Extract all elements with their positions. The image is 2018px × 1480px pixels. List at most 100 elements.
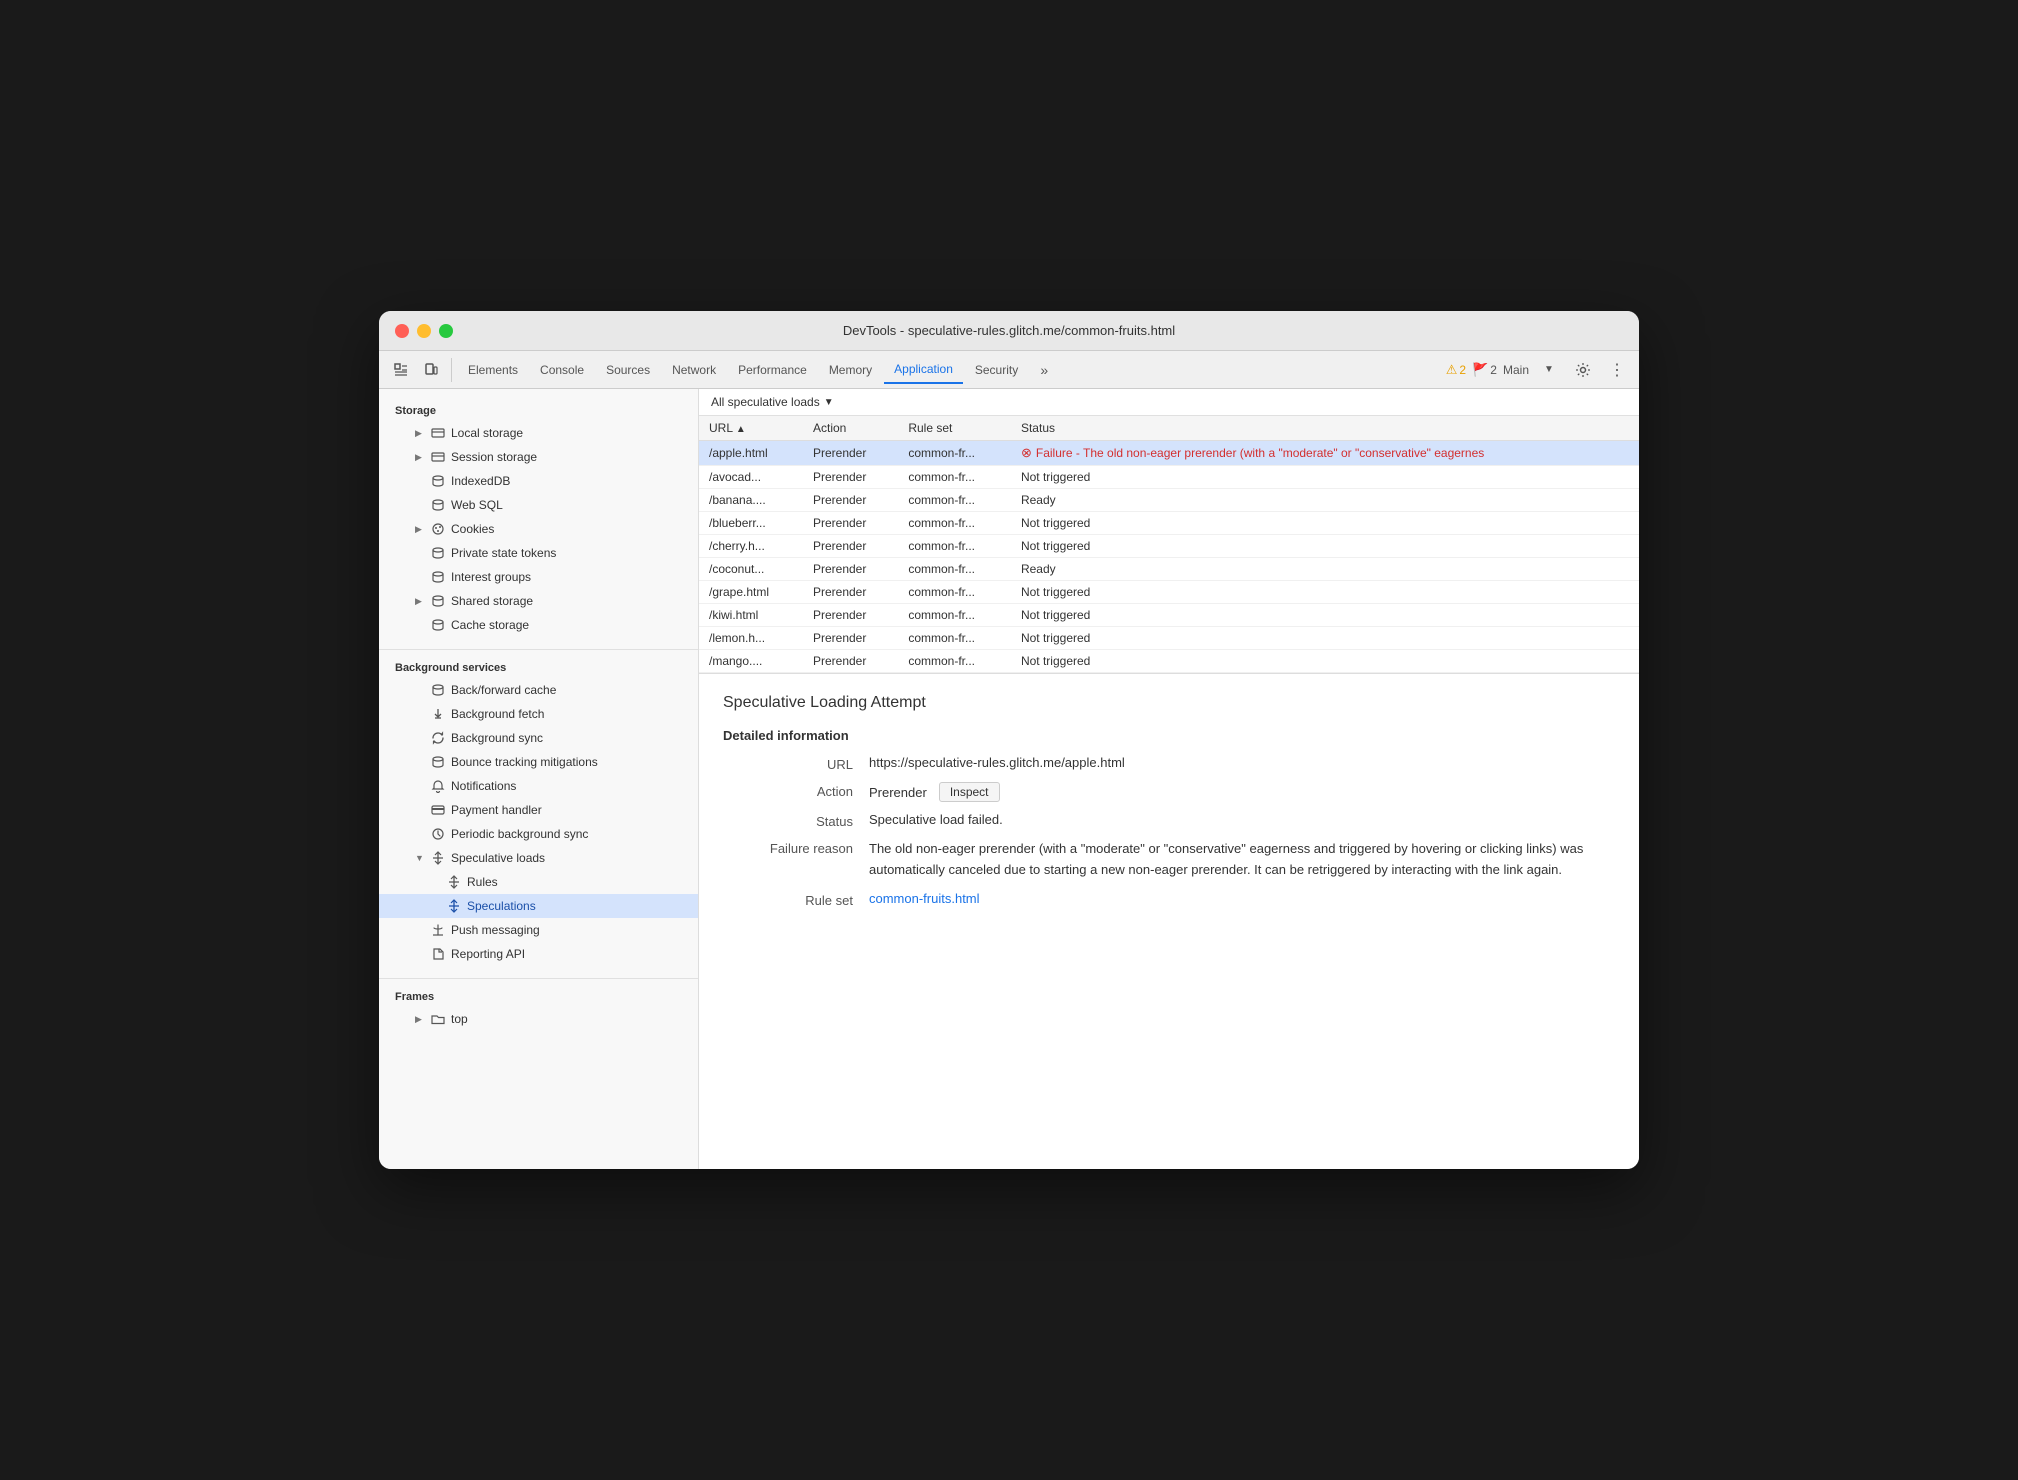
- expand-arrow-speculative-loads: ▼: [415, 853, 425, 863]
- payment-handler-icon: [431, 803, 445, 817]
- tab-application[interactable]: Application: [884, 356, 963, 384]
- filter-dropdown[interactable]: All speculative loads ▼: [711, 395, 834, 409]
- more-options-icon[interactable]: ⋮: [1603, 356, 1631, 384]
- cookies-label: Cookies: [451, 522, 494, 536]
- sidebar-item-push-messaging[interactable]: ▶ Push messaging: [379, 918, 698, 942]
- inspect-button[interactable]: Inspect: [939, 782, 1000, 802]
- tab-console[interactable]: Console: [530, 356, 594, 384]
- sidebar-item-speculative-loads[interactable]: ▼ Speculative loads: [379, 846, 698, 870]
- cell-ruleset: common-fr...: [898, 466, 1011, 489]
- table-row[interactable]: /mango....Prerendercommon-fr...Not trigg…: [699, 650, 1639, 673]
- title-bar: DevTools - speculative-rules.glitch.me/c…: [379, 311, 1639, 351]
- sidebar-item-background-fetch[interactable]: ▶ Background fetch: [379, 702, 698, 726]
- tab-performance[interactable]: Performance: [728, 356, 817, 384]
- sidebar-item-local-storage[interactable]: ▶ Local storage: [379, 421, 698, 445]
- table-row[interactable]: /coconut...Prerendercommon-fr...Ready: [699, 558, 1639, 581]
- sidebar-item-background-sync[interactable]: ▶ Background sync: [379, 726, 698, 750]
- col-ruleset[interactable]: Rule set: [898, 416, 1011, 441]
- sidebar-item-speculations[interactable]: ▶ Speculations: [379, 894, 698, 918]
- tab-memory[interactable]: Memory: [819, 356, 882, 384]
- detail-grid: URL https://speculative-rules.glitch.me/…: [723, 755, 1615, 908]
- col-action[interactable]: Action: [803, 416, 898, 441]
- action-label: Action: [723, 782, 853, 802]
- sidebar-item-top[interactable]: ▶ top: [379, 1007, 698, 1031]
- table-row[interactable]: /kiwi.htmlPrerendercommon-fr...Not trigg…: [699, 604, 1639, 627]
- sidebar-item-bounce-tracking[interactable]: ▶ Bounce tracking mitigations: [379, 750, 698, 774]
- filter-label: All speculative loads: [711, 395, 820, 409]
- sidebar-item-shared-storage[interactable]: ▶ Shared storage: [379, 589, 698, 613]
- failure-reason-label: Failure reason: [723, 839, 853, 881]
- traffic-lights: [395, 324, 453, 338]
- expand-arrow-cookies: ▶: [415, 524, 425, 535]
- warnings-badge[interactable]: ⚠ 2: [1446, 362, 1466, 378]
- sidebar-divider-2: [379, 978, 698, 979]
- cell-ruleset: common-fr...: [898, 489, 1011, 512]
- cell-action: Prerender: [803, 604, 898, 627]
- reporting-api-icon: [431, 947, 445, 961]
- cell-action: Prerender: [803, 441, 898, 466]
- table-row[interactable]: /banana....Prerendercommon-fr...Ready: [699, 489, 1639, 512]
- cell-status: Ready: [1011, 489, 1639, 512]
- cell-status: Not triggered: [1011, 581, 1639, 604]
- table-row[interactable]: /apple.htmlPrerendercommon-fr...⊗Failure…: [699, 441, 1639, 466]
- cell-url: /kiwi.html: [699, 604, 803, 627]
- sidebar-item-web-sql[interactable]: ▶ Web SQL: [379, 493, 698, 517]
- sidebar-item-notifications[interactable]: ▶ Notifications: [379, 774, 698, 798]
- sidebar-item-session-storage[interactable]: ▶ Session storage: [379, 445, 698, 469]
- sidebar-item-periodic-bg-sync[interactable]: ▶ Periodic background sync: [379, 822, 698, 846]
- minimize-button[interactable]: [417, 324, 431, 338]
- url-label: URL: [723, 755, 853, 772]
- cell-action: Prerender: [803, 558, 898, 581]
- cell-status: Not triggered: [1011, 512, 1639, 535]
- status-value: Speculative load failed.: [869, 812, 1615, 829]
- action-value: Prerender Inspect: [869, 782, 1615, 802]
- table-row[interactable]: /grape.htmlPrerendercommon-fr...Not trig…: [699, 581, 1639, 604]
- sidebar-item-reporting-api[interactable]: ▶ Reporting API: [379, 942, 698, 966]
- maximize-button[interactable]: [439, 324, 453, 338]
- dropdown-icon[interactable]: ▼: [1535, 356, 1563, 384]
- web-sql-label: Web SQL: [451, 498, 503, 512]
- table-row[interactable]: /blueberr...Prerendercommon-fr...Not tri…: [699, 512, 1639, 535]
- interest-groups-icon: [431, 570, 445, 584]
- col-url[interactable]: URL: [699, 416, 803, 441]
- errors-badge[interactable]: 🚩 2: [1472, 362, 1497, 378]
- settings-icon[interactable]: [1569, 356, 1597, 384]
- sidebar-item-rules[interactable]: ▶ Rules: [379, 870, 698, 894]
- bounce-tracking-icon: [431, 755, 445, 769]
- sidebar-item-cache-storage[interactable]: ▶ Cache storage: [379, 613, 698, 637]
- more-tabs-icon[interactable]: »: [1030, 356, 1058, 384]
- device-icon[interactable]: [417, 356, 445, 384]
- table-row[interactable]: /avocad...Prerendercommon-fr...Not trigg…: [699, 466, 1639, 489]
- sidebar-item-indexeddb[interactable]: ▶ IndexedDB: [379, 469, 698, 493]
- sidebar: Storage ▶ Local storage ▶ Session storag…: [379, 389, 699, 1169]
- tab-elements[interactable]: Elements: [458, 356, 528, 384]
- sidebar-item-cookies[interactable]: ▶ Cookies: [379, 517, 698, 541]
- detail-title: Speculative Loading Attempt: [723, 694, 1615, 712]
- close-button[interactable]: [395, 324, 409, 338]
- cache-storage-icon: [431, 618, 445, 632]
- cell-action: Prerender: [803, 650, 898, 673]
- window-title: DevTools - speculative-rules.glitch.me/c…: [843, 323, 1175, 338]
- url-value: https://speculative-rules.glitch.me/appl…: [869, 755, 1615, 772]
- cell-url: /grape.html: [699, 581, 803, 604]
- sidebar-item-payment-handler[interactable]: ▶ Payment handler: [379, 798, 698, 822]
- shared-storage-icon: [431, 594, 445, 608]
- cell-status: Not triggered: [1011, 466, 1639, 489]
- session-storage-label: Session storage: [451, 450, 537, 464]
- table-row[interactable]: /cherry.h...Prerendercommon-fr...Not tri…: [699, 535, 1639, 558]
- sidebar-item-interest-groups[interactable]: ▶ Interest groups: [379, 565, 698, 589]
- col-status[interactable]: Status: [1011, 416, 1639, 441]
- tab-network[interactable]: Network: [662, 356, 726, 384]
- sidebar-item-private-state-tokens[interactable]: ▶ Private state tokens: [379, 541, 698, 565]
- interest-groups-label: Interest groups: [451, 570, 531, 584]
- cell-status: Ready: [1011, 558, 1639, 581]
- tab-sources[interactable]: Sources: [596, 356, 660, 384]
- sidebar-item-back-forward-cache[interactable]: ▶ Back/forward cache: [379, 678, 698, 702]
- inspect-icon[interactable]: [387, 356, 415, 384]
- ruleset-link[interactable]: common-fruits.html: [869, 891, 980, 906]
- cell-status: ⊗Failure - The old non-eager prerender (…: [1011, 441, 1639, 466]
- speculations-table-area: URL Action Rule set Status: [699, 416, 1639, 673]
- table-row[interactable]: /lemon.h...Prerendercommon-fr...Not trig…: [699, 627, 1639, 650]
- tab-security[interactable]: Security: [965, 356, 1028, 384]
- action-text: Prerender: [869, 785, 927, 800]
